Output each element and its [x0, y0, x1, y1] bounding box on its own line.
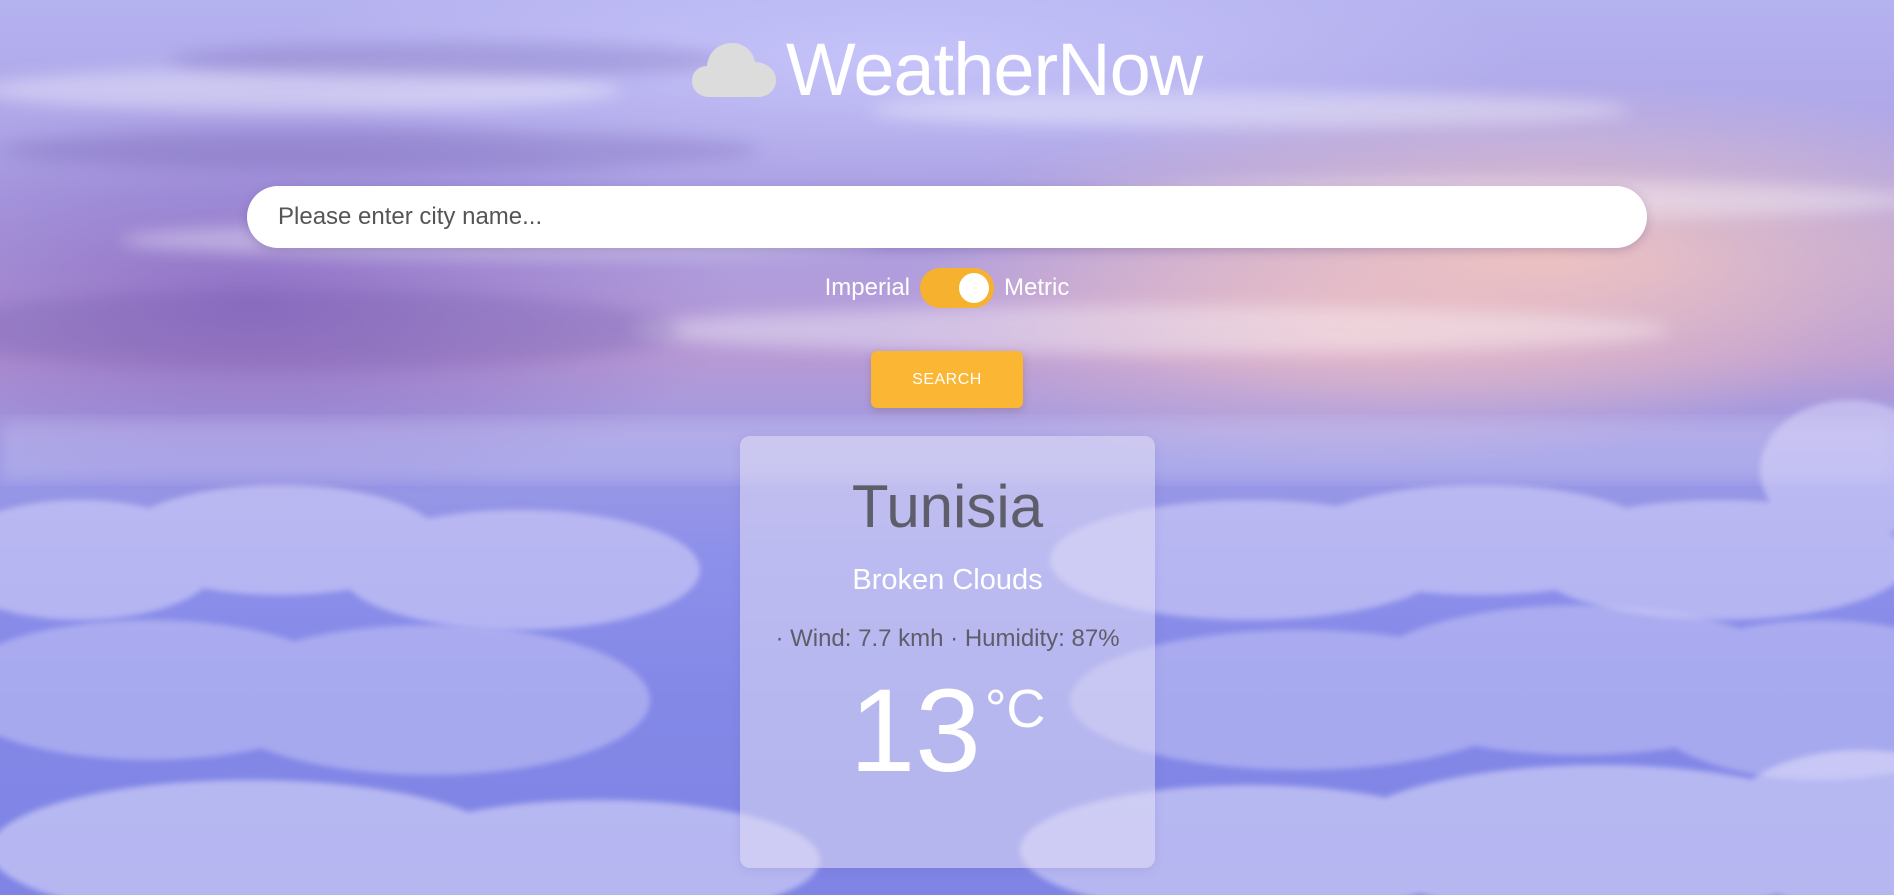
app-title: WeatherNow	[785, 28, 1203, 111]
cloud-icon	[691, 39, 776, 101]
toggle-knob	[959, 273, 989, 303]
imperial-label: Imperial	[824, 274, 910, 301]
weather-condition: Broken Clouds	[852, 564, 1043, 596]
weather-details: · Wind: 7.7 kmh · Humidity: 87%	[775, 625, 1120, 652]
app-header: WeatherNow	[0, 30, 1894, 110]
search-bar	[247, 186, 1647, 248]
temperature-display: 13 °C	[740, 671, 1155, 791]
unit-switch-row: Imperial Metric	[0, 268, 1894, 308]
temperature-value: 13	[849, 665, 981, 797]
unit-toggle[interactable]	[920, 268, 994, 308]
search-button[interactable]: SEARCH	[871, 351, 1023, 408]
city-search-input[interactable]	[247, 186, 1647, 248]
weather-card: Tunisia Broken Clouds · Wind: 7.7 kmh · …	[740, 436, 1155, 868]
temperature-unit: °C	[984, 679, 1046, 739]
metric-label: Metric	[1004, 274, 1070, 301]
city-name: Tunisia	[851, 473, 1044, 540]
